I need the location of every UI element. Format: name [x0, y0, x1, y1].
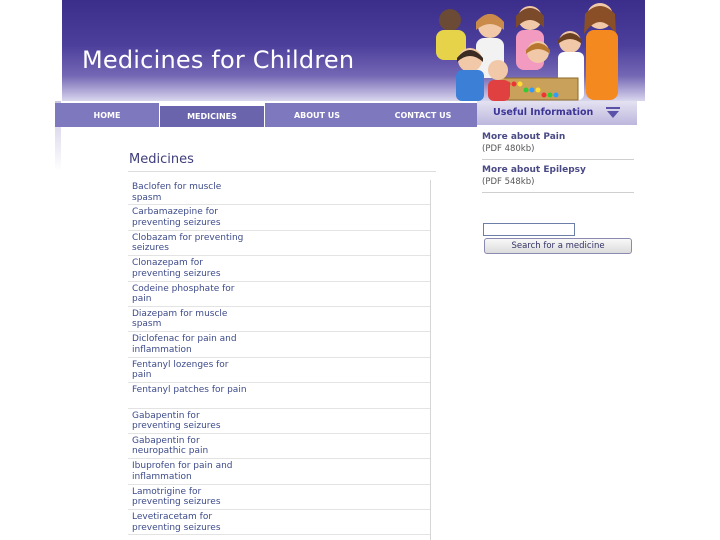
title-divider — [128, 171, 436, 172]
page-title: Medicines — [129, 152, 194, 167]
medicine-link[interactable]: Carbamazepine for preventing seizures — [128, 205, 430, 231]
nav-home[interactable]: HOME — [55, 103, 159, 127]
medicine-label: Lamotrigine for preventing seizures — [132, 486, 221, 508]
medicine-label: Gabapentin for preventing seizures — [132, 410, 221, 432]
medicine-search-input[interactable] — [483, 223, 575, 236]
main-nav: HOME MEDICINES ABOUT US CONTACT US — [55, 103, 477, 127]
medicine-link[interactable]: Clonazepam for preventing seizures — [128, 256, 430, 282]
medicine-link[interactable]: Codeine phosphate for pain — [128, 282, 430, 307]
medicine-label: Codeine phosphate for pain — [132, 283, 235, 305]
nav-medicines[interactable]: MEDICINES — [159, 103, 265, 127]
medicine-link[interactable]: Fentanyl patches for pain — [128, 383, 430, 409]
medicine-link[interactable]: Diclofenac for pain and inflammation — [128, 332, 430, 358]
medicine-label: Diazepam for muscle spasm — [132, 308, 228, 330]
site-title: Medicines for Children — [82, 46, 355, 74]
down-arrow-icon — [606, 107, 620, 118]
search-medicine-button[interactable]: Search for a medicine — [484, 238, 632, 254]
medicine-link[interactable]: Lamotrigine for preventing seizures — [128, 485, 430, 511]
useful-link-size: (PDF 480kb) — [482, 144, 535, 154]
useful-link-epilepsy[interactable]: More about Epilepsy (PDF 548kb) — [482, 160, 634, 193]
medicine-label: Gabapentin for neuropathic pain — [132, 435, 209, 457]
children-photo — [436, 3, 618, 101]
medicine-label: Clobazam for preventing seizures — [132, 232, 244, 254]
nav-about-us[interactable]: ABOUT US — [265, 103, 369, 127]
medicine-link[interactable]: Gabapentin for neuropathic pain — [128, 434, 430, 460]
useful-information-title: Useful Information — [493, 107, 594, 118]
nav-contact-us[interactable]: CONTACT US — [369, 103, 477, 127]
medicine-label: Ibuprofen for pain and inflammation — [132, 461, 233, 482]
medicine-link[interactable]: Baclofen for muscle spasm — [128, 180, 430, 206]
useful-link-size: (PDF 548kb) — [482, 177, 535, 187]
header-banner: Medicines for Children — [62, 0, 645, 101]
medicine-link[interactable]: Ibuprofen for pain and inflammation — [128, 459, 430, 485]
medicine-link[interactable]: Diazepam for muscle spasm — [128, 307, 430, 333]
medicine-link[interactable]: Clobazam for preventing seizures — [128, 231, 430, 257]
medicine-label: Fentanyl patches for pain — [132, 385, 247, 396]
useful-link-title: More about Epilepsy — [482, 165, 586, 175]
useful-information-header: Useful Information — [477, 101, 637, 125]
medicine-label: Diclofenac for pain and inflammation — [132, 334, 237, 355]
medicine-link[interactable]: Levetiracetam for preventing seizures — [128, 510, 430, 536]
medicine-link[interactable]: Gabapentin for preventing seizures — [128, 409, 430, 434]
list-border — [430, 180, 431, 540]
medicine-label: Carbamazepine for preventing seizures — [132, 207, 221, 228]
medicine-label: Levetiracetam for preventing seizures — [132, 512, 221, 533]
medicine-link[interactable]: Fentanyl lozenges for pain — [128, 358, 430, 384]
useful-information-list: More about Pain (PDF 480kb) More about E… — [482, 127, 634, 193]
medicine-label: Clonazepam for preventing seizures — [132, 258, 221, 279]
medicine-label: Baclofen for muscle spasm — [132, 182, 222, 203]
useful-link-title: More about Pain — [482, 132, 566, 142]
medicine-label: Fentanyl lozenges for pain — [132, 359, 229, 381]
useful-link-pain[interactable]: More about Pain (PDF 480kb) — [482, 127, 634, 160]
medicine-list: Baclofen for muscle spasm Carbamazepine … — [128, 180, 430, 536]
